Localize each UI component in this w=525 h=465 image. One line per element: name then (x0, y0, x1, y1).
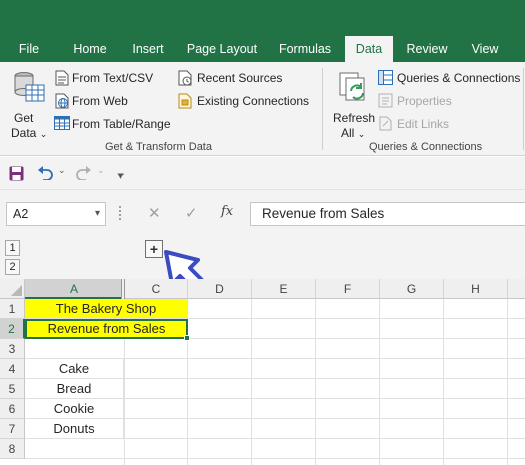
tab-review[interactable]: Review (400, 36, 454, 62)
ribbon-tabs: File Home Insert Page Layout Formulas Da… (0, 36, 525, 62)
edit-links-icon (379, 116, 392, 131)
enter-icon[interactable]: ✓ (185, 204, 198, 222)
refresh-icon (339, 72, 365, 101)
group-label-get-transform: Get & Transform Data (105, 141, 212, 153)
column-header-g[interactable]: G (380, 279, 444, 299)
tab-page-layout[interactable]: Page Layout (182, 36, 262, 62)
cell-a1-merged[interactable]: The Bakery Shop (25, 299, 188, 319)
tab-formulas[interactable]: Formulas (274, 36, 336, 62)
get-data-button[interactable]: Get Data ⌄ (6, 68, 50, 140)
title-bar (0, 0, 525, 36)
select-all-corner[interactable] (0, 279, 25, 299)
table-icon (54, 116, 70, 130)
name-box-value: A2 (13, 207, 29, 221)
properties-icon (378, 93, 393, 108)
row-header-8[interactable]: 8 (0, 439, 25, 459)
refresh-all-button[interactable]: Refresh All ⌄ (329, 68, 377, 140)
refresh-label: Refresh (333, 111, 376, 125)
from-web-button[interactable]: From Web (72, 94, 128, 108)
from-text-csv-button[interactable]: From Text/CSV (72, 71, 153, 85)
chevron-down-icon[interactable]: ▾ (95, 203, 100, 225)
chevron-down-icon: ⌄ (39, 129, 48, 139)
column-header-d[interactable]: D (188, 279, 252, 299)
column-header-f[interactable]: F (316, 279, 380, 299)
undo-dropdown-icon[interactable]: ⌄ (58, 165, 66, 176)
save-icon[interactable] (9, 166, 24, 181)
column-header-e[interactable]: E (252, 279, 316, 299)
column-header-a[interactable]: A (25, 279, 124, 299)
ribbon-data: Get Data ⌄ From Text/CSV From Web From T… (0, 62, 525, 156)
customize-toolbar-icon[interactable]: ‗ ▾ (118, 166, 124, 186)
edit-links-button[interactable]: Edit Links (397, 117, 449, 131)
chevron-down-icon: ⌄ (357, 129, 366, 139)
row-header-7[interactable]: 7 (0, 419, 25, 439)
outline-bar: 1 2 + (0, 234, 525, 279)
recent-sources-button[interactable]: Recent Sources (197, 71, 282, 85)
row-header-2[interactable]: 2 (0, 319, 25, 339)
outline-level-1-button[interactable]: 1 (5, 240, 20, 256)
database-table-icon (14, 72, 45, 102)
web-globe-icon (55, 93, 69, 109)
existing-connections-button[interactable]: Existing Connections (197, 94, 309, 108)
row-header-6[interactable]: 6 (0, 399, 25, 419)
formula-bar-grip-icon (119, 206, 122, 220)
row-header-4[interactable]: 4 (0, 359, 25, 379)
tab-home[interactable]: Home (66, 36, 114, 62)
cell-a7[interactable]: Donuts (25, 419, 124, 439)
existing-connections-icon (178, 93, 192, 109)
name-box[interactable]: A2 ▾ (6, 202, 106, 226)
column-header-i[interactable] (508, 279, 525, 299)
refresh-label-2: All ⌄ (341, 126, 366, 140)
quick-access-toolbar: ⌄ ⌄ ‗ ▾ (0, 157, 525, 190)
cancel-icon[interactable]: ✕ (148, 204, 161, 222)
properties-button[interactable]: Properties (397, 94, 452, 108)
tab-insert[interactable]: Insert (126, 36, 170, 62)
cell-a5[interactable]: Bread (25, 379, 124, 399)
get-data-label-2: Data ⌄ (11, 126, 48, 140)
undo-icon[interactable] (37, 166, 53, 180)
row-header-5[interactable]: 5 (0, 379, 25, 399)
from-table-range-button[interactable]: From Table/Range (72, 117, 171, 131)
row-header-1[interactable]: 1 (0, 299, 25, 319)
formula-input[interactable]: Revenue from Sales (250, 202, 525, 226)
select-all-icon (11, 285, 22, 296)
group-divider-2 (523, 68, 524, 150)
cell-a2-merged-selected[interactable]: Revenue from Sales (25, 319, 188, 339)
column-header-c[interactable]: C (125, 279, 188, 299)
cell-a6[interactable]: Cookie (25, 399, 124, 419)
queries-connections-icon (378, 70, 393, 85)
group-label-queries: Queries & Connections (369, 141, 483, 153)
group-divider (322, 68, 323, 150)
queries-connections-button[interactable]: Queries & Connections (397, 71, 520, 85)
text-file-icon (55, 70, 69, 86)
formula-bar-row: A2 ▾ ✕ ✓ fx Revenue from Sales (0, 190, 525, 234)
insert-function-icon[interactable]: fx (221, 204, 233, 219)
worksheet-grid: A C D E F G H 1 2 3 4 5 6 7 8 The Bakery… (0, 279, 525, 465)
tab-data[interactable]: Data (345, 36, 393, 62)
cell-a4[interactable]: Cake (25, 359, 124, 379)
column-header-h[interactable]: H (444, 279, 508, 299)
redo-icon[interactable] (76, 166, 92, 180)
fill-handle[interactable] (184, 335, 190, 341)
redo-dropdown-icon[interactable]: ⌄ (97, 165, 105, 176)
tab-file[interactable]: File (10, 36, 48, 62)
outline-level-2-button[interactable]: 2 (5, 259, 20, 275)
get-data-label: Get (14, 111, 34, 125)
tab-view[interactable]: View (464, 36, 506, 62)
row-header-3[interactable]: 3 (0, 339, 25, 359)
recent-sources-icon (178, 70, 192, 86)
